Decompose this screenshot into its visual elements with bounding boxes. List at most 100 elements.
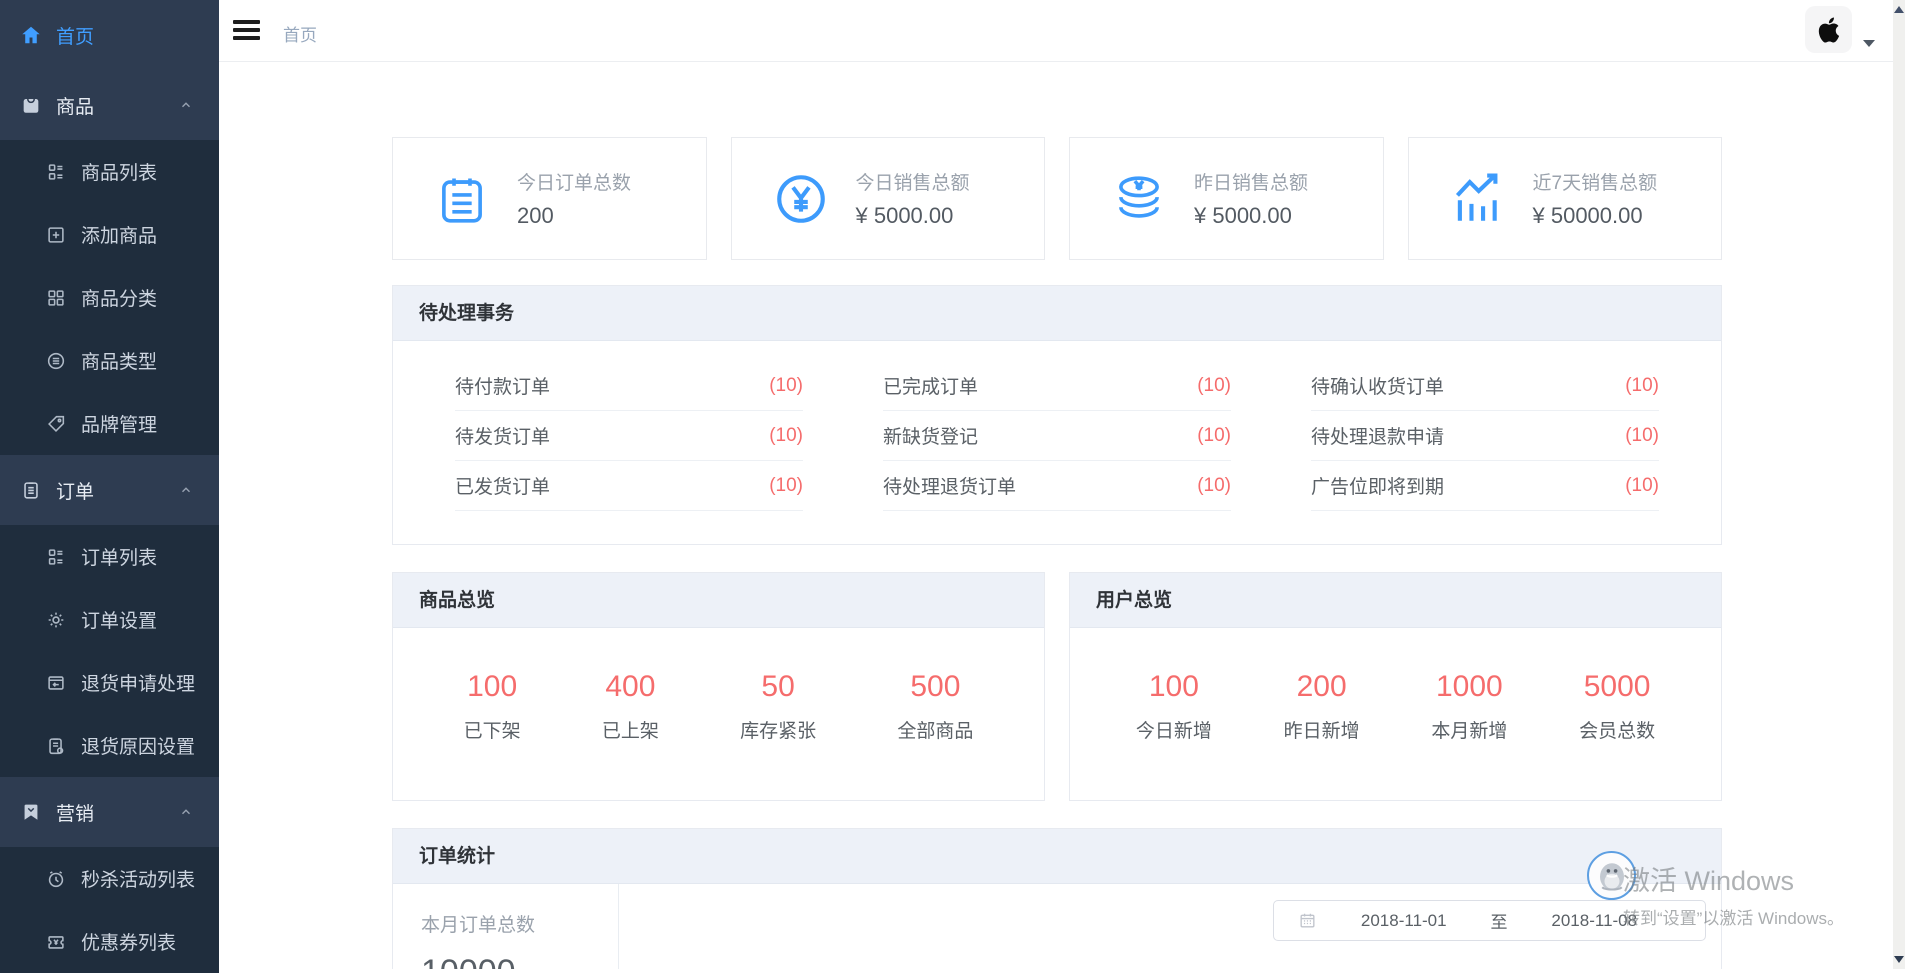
date-start-value[interactable]: 2018-11-01 (1317, 911, 1491, 931)
order-clipboard-icon (433, 170, 491, 228)
sidebar-group-marketing[interactable]: 营销 (0, 777, 219, 847)
circle-list-icon (45, 350, 67, 372)
sidebar-group-label: 订单 (56, 477, 94, 504)
todo-column: 已完成订单 (10) 新缺货登记 (10) 待处理退货订单 (10) (883, 361, 1231, 511)
tag-icon (45, 413, 67, 435)
todo-item-pending-shipment[interactable]: 待发货订单 (10) (455, 411, 803, 461)
user-overview-title: 用户总览 (1070, 573, 1721, 628)
overview-stat-new-month: 1000 本月新增 (1431, 670, 1507, 743)
overview-stat-total-members: 5000 会员总数 (1579, 670, 1655, 743)
sidebar-item-product-category[interactable]: 商品分类 (0, 266, 219, 329)
chevron-up-icon (179, 483, 193, 497)
date-range-picker[interactable]: 2018-11-01 至 2018-11-08 (1273, 900, 1706, 941)
chevron-down-icon[interactable] (1863, 40, 1875, 47)
sidebar-item-label: 秒杀活动列表 (81, 865, 195, 892)
sidebar-item-order-settings[interactable]: 订单设置 (0, 588, 219, 651)
clipboard-icon (20, 479, 42, 501)
plus-square-icon (45, 224, 67, 246)
todo-count: (10) (1625, 375, 1659, 397)
user-overview-panel: 用户总览 100 今日新增 200 昨日新增 1000 本月新增 (1069, 572, 1722, 801)
hamburger-menu-icon[interactable] (233, 20, 260, 42)
sidebar-item-coupon-list[interactable]: 优惠券列表 (0, 910, 219, 973)
sidebar-item-order-list[interactable]: 订单列表 (0, 525, 219, 588)
scrollbar-up-arrow-icon[interactable] (1894, 6, 1904, 13)
stat-label: 已下架 (464, 716, 521, 743)
todo-label: 待发货订单 (455, 422, 550, 449)
sidebar-item-flash-sale-list[interactable]: 秒杀活动列表 (0, 847, 219, 910)
sidebar-item-product-type[interactable]: 商品类型 (0, 329, 219, 392)
sidebar-item-label: 添加商品 (81, 221, 157, 248)
sidebar-item-home[interactable]: 首页 (0, 0, 219, 70)
overview-stat-on-shelf: 400 已上架 (602, 670, 659, 743)
stat-card-today-orders: 今日订单总数 200 (392, 137, 707, 260)
sidebar-item-label: 退货申请处理 (81, 669, 195, 696)
stat-card-value: ¥ 5000.00 (856, 203, 970, 229)
todo-label: 待确认收货订单 (1311, 372, 1444, 399)
stat-label: 本月新增 (1431, 716, 1507, 743)
stat-card-label: 近7天销售总额 (1533, 168, 1658, 195)
sidebar-item-label: 商品列表 (81, 158, 157, 185)
grid-icon (45, 287, 67, 309)
metric-label: 本月订单总数 (421, 910, 618, 937)
scrollbar-down-arrow-icon[interactable] (1894, 956, 1904, 963)
order-stats-panel: 订单统计 本月订单总数 10000 2018-11-01 至 2018-11-0… (392, 828, 1722, 969)
chevron-up-icon (179, 98, 193, 112)
todo-item-pending-receipt-confirm[interactable]: 待确认收货订单 (10) (1311, 361, 1659, 411)
sidebar-group-label: 营销 (56, 799, 94, 826)
todo-count: (10) (1197, 425, 1231, 447)
sidebar-item-product-list[interactable]: 商品列表 (0, 140, 219, 203)
todo-item-pending-return-order[interactable]: 待处理退货订单 (10) (883, 461, 1231, 511)
coupon-ticket-icon (45, 931, 67, 953)
stat-card-label: 今日订单总数 (517, 168, 631, 195)
return-box-icon (45, 672, 67, 694)
todo-item-completed[interactable]: 已完成订单 (10) (883, 361, 1231, 411)
alarm-clock-icon (45, 868, 67, 890)
shopping-bag-icon (20, 94, 42, 116)
sidebar-item-return-reason-settings[interactable]: 退货原因设置 (0, 714, 219, 777)
todo-panel: 待处理事务 待付款订单 (10) 待发货订单 (10) 已发货订单 (10) (392, 285, 1722, 545)
overview-stat-off-shelf: 100 已下架 (464, 670, 521, 743)
sidebar-group-product[interactable]: 商品 (0, 70, 219, 140)
penguin-icon (1594, 858, 1630, 894)
todo-label: 广告位即将到期 (1311, 472, 1444, 499)
list-icon (45, 546, 67, 568)
todo-label: 已发货订单 (455, 472, 550, 499)
todo-label: 待付款订单 (455, 372, 550, 399)
stat-card-label: 昨日销售总额 (1194, 168, 1308, 195)
bookmark-icon (20, 801, 42, 823)
calendar-icon (1298, 911, 1317, 930)
yen-circle-icon (772, 170, 830, 228)
todo-panel-title: 待处理事务 (393, 286, 1721, 341)
todo-item-pending-payment[interactable]: 待付款订单 (10) (455, 361, 803, 411)
sidebar-group-label: 商品 (56, 92, 94, 119)
todo-count: (10) (1625, 475, 1659, 497)
clipboard-gear-icon (45, 735, 67, 757)
todo-item-pending-refund[interactable]: 待处理退款申请 (10) (1311, 411, 1659, 461)
order-month-total-cell: 本月订单总数 10000 (393, 884, 619, 969)
overview-stat-new-today: 100 今日新增 (1136, 670, 1212, 743)
date-range-separator: 至 (1491, 908, 1508, 933)
metric-value: 10000 (421, 953, 618, 969)
vertical-scrollbar[interactable] (1893, 0, 1905, 969)
sidebar-item-add-product[interactable]: 添加商品 (0, 203, 219, 266)
todo-item-new-stockout[interactable]: 新缺货登记 (10) (883, 411, 1231, 461)
sidebar-item-brand-management[interactable]: 品牌管理 (0, 392, 219, 455)
overview-stat-new-yesterday: 200 昨日新增 (1284, 670, 1360, 743)
todo-item-shipped[interactable]: 已发货订单 (10) (455, 461, 803, 511)
date-end-value[interactable]: 2018-11-08 (1508, 911, 1682, 931)
todo-label: 待处理退货订单 (883, 472, 1016, 499)
product-overview-title: 商品总览 (393, 573, 1044, 628)
stat-value: 50 (740, 670, 816, 704)
breadcrumb[interactable]: 首页 (283, 21, 317, 46)
sidebar-item-return-request[interactable]: 退货申请处理 (0, 651, 219, 714)
trend-chart-icon (1449, 170, 1507, 228)
stat-label: 今日新增 (1136, 716, 1212, 743)
avatar[interactable] (1805, 6, 1852, 53)
sidebar-submenu-marketing: 秒杀活动列表 优惠券列表 (0, 847, 219, 973)
sidebar-item-label: 订单列表 (81, 543, 157, 570)
stat-card-week-sales: 近7天销售总额 ¥ 50000.00 (1408, 137, 1723, 260)
qq-penguin-float-button[interactable] (1587, 851, 1636, 900)
todo-item-ad-expiring[interactable]: 广告位即将到期 (10) (1311, 461, 1659, 511)
sidebar-submenu-order: 订单列表 订单设置 退货申请处理 退货原因设置 (0, 525, 219, 777)
sidebar-group-order[interactable]: 订单 (0, 455, 219, 525)
